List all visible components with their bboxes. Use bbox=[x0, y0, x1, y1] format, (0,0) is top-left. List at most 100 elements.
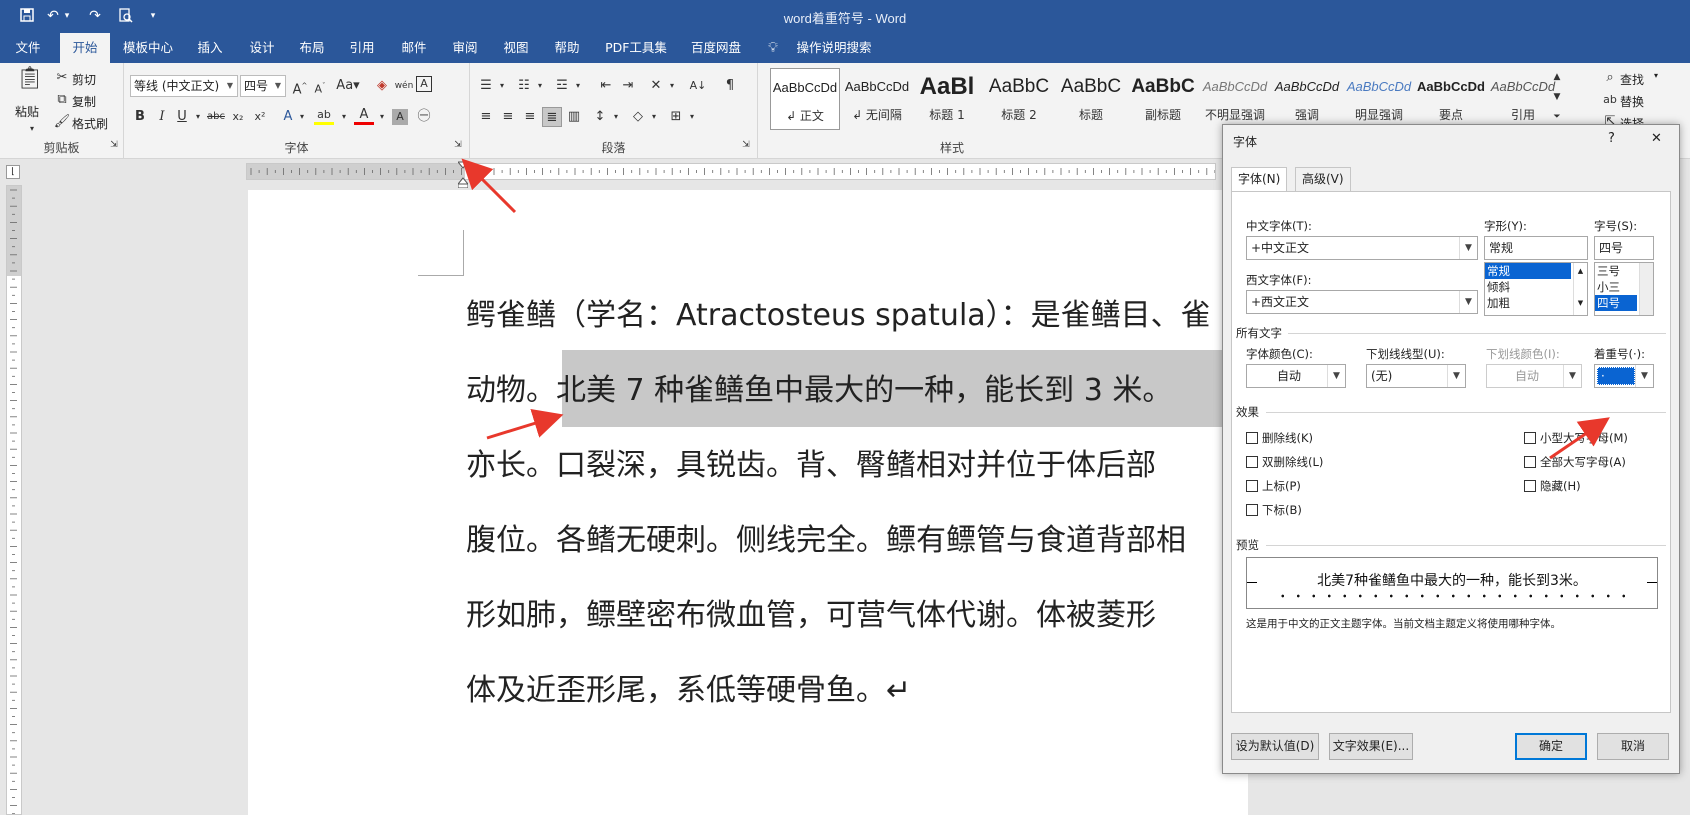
highlight-dropdown-icon[interactable]: ▾ bbox=[334, 107, 354, 127]
superscript-checkbox[interactable]: 上标(P) bbox=[1246, 478, 1301, 494]
grow-font-icon[interactable]: A^ bbox=[290, 76, 310, 97]
paragraph-launcher-icon[interactable]: ⇲ bbox=[736, 135, 756, 155]
paste-dropdown-icon[interactable]: ▾ bbox=[22, 119, 42, 139]
clear-format-icon[interactable]: ◈ bbox=[372, 76, 392, 96]
style-strong[interactable]: AaBbCcDd 要点 bbox=[1416, 68, 1486, 130]
copy-button[interactable]: 复制 bbox=[72, 93, 96, 110]
shrink-font-icon[interactable]: Aˇ bbox=[310, 76, 330, 96]
align-left-icon[interactable]: ≡ bbox=[476, 107, 496, 127]
tab-baidu-netdisk[interactable]: 百度网盘 bbox=[684, 33, 748, 63]
increase-indent-icon[interactable]: ⇥ bbox=[618, 76, 638, 96]
phonetic-guide-icon[interactable]: wén bbox=[394, 76, 414, 96]
small-caps-checkbox[interactable]: 小型大写字母(M) bbox=[1524, 430, 1628, 446]
tab-templates[interactable]: 模板中心 bbox=[116, 33, 180, 63]
font-name-combo[interactable]: 等线 (中文正文) ▼ bbox=[130, 75, 238, 97]
tab-font[interactable]: 字体(N) bbox=[1231, 167, 1288, 191]
tab-insert[interactable]: 插入 bbox=[190, 33, 230, 63]
shading-dropdown-icon[interactable]: ▾ bbox=[644, 107, 664, 127]
line-spacing-dropdown-icon[interactable]: ▾ bbox=[606, 107, 626, 127]
list-scrollbar[interactable]: ▲ ▼ bbox=[1573, 263, 1587, 315]
find-dropdown-icon[interactable]: ▾ bbox=[1654, 71, 1658, 80]
tab-design[interactable]: 设计 bbox=[242, 33, 282, 63]
bold-icon[interactable]: B bbox=[130, 107, 150, 127]
checkbox[interactable] bbox=[1246, 504, 1258, 516]
style-quote[interactable]: AaBbCcDd 引用 bbox=[1488, 68, 1558, 130]
font-size-list[interactable]: 三号 小三 四号 bbox=[1594, 262, 1654, 316]
style-heading-1[interactable]: AaBl 标题 1 bbox=[912, 68, 982, 130]
find-button[interactable]: 查找 bbox=[1620, 71, 1644, 88]
italic-icon[interactable]: I bbox=[152, 107, 172, 127]
emphasis-mark-combo[interactable]: · ▼ bbox=[1594, 364, 1654, 388]
font-color-combo[interactable]: 自动 ▼ bbox=[1246, 364, 1346, 388]
ok-button[interactable]: 确定 bbox=[1515, 733, 1587, 760]
bullets-dropdown-icon[interactable]: ▾ bbox=[492, 76, 512, 96]
format-painter-button[interactable]: 格式刷 bbox=[72, 115, 108, 132]
set-default-button[interactable]: 设为默认值(D) bbox=[1231, 733, 1319, 760]
font-style-list[interactable]: 常规 倾斜 加粗 ▲ ▼ bbox=[1484, 262, 1588, 316]
font-color-icon[interactable]: A bbox=[354, 107, 374, 125]
cut-button[interactable]: 剪切 bbox=[72, 71, 96, 88]
doc-line-2[interactable]: 动物。北美 7 种雀鳝鱼中最大的一种，能长到 3 米。 bbox=[466, 365, 1172, 409]
list-item[interactable]: 加粗 bbox=[1485, 295, 1587, 311]
enclosed-character-icon[interactable]: ㊀ bbox=[414, 107, 434, 127]
tab-pdf-tools[interactable]: PDF工具集 bbox=[598, 33, 674, 63]
font-style-input[interactable]: 常规 bbox=[1484, 236, 1588, 260]
close-icon[interactable]: ✕ bbox=[1651, 131, 1662, 146]
superscript-icon[interactable]: x² bbox=[250, 107, 270, 127]
checkbox[interactable] bbox=[1246, 480, 1258, 492]
tab-advanced[interactable]: 高级(V) bbox=[1295, 167, 1351, 191]
doc-line-3[interactable]: 亦长。口裂深，具锐齿。背、臀鳍相对并位于体后部 bbox=[466, 440, 1156, 484]
help-button[interactable]: ? bbox=[1608, 131, 1615, 146]
paste-button[interactable]: 粘贴 bbox=[15, 103, 39, 120]
document-page[interactable] bbox=[248, 190, 1248, 815]
tab-selector[interactable]: ⌊ bbox=[6, 165, 20, 179]
tab-file[interactable]: 文件 bbox=[6, 33, 50, 63]
decrease-indent-icon[interactable]: ⇤ bbox=[596, 76, 616, 96]
all-caps-checkbox[interactable]: 全部大写字母(A) bbox=[1524, 454, 1626, 470]
subscript-checkbox[interactable]: 下标(B) bbox=[1246, 502, 1302, 518]
underline-dropdown-icon[interactable]: ▾ bbox=[188, 107, 208, 127]
style-heading-2[interactable]: AaBbC 标题 2 bbox=[984, 68, 1054, 130]
list-scrollbar[interactable] bbox=[1639, 263, 1653, 315]
borders-dropdown-icon[interactable]: ▾ bbox=[682, 107, 702, 127]
highlight-icon[interactable]: ab bbox=[314, 107, 334, 125]
doc-line-5[interactable]: 形如肺，鳔壁密布微血管，可营气体代谢。体被菱形 bbox=[466, 590, 1156, 634]
tab-references[interactable]: 引用 bbox=[342, 33, 382, 63]
list-item[interactable]: 倾斜 bbox=[1485, 279, 1587, 295]
styles-scroll-up-icon[interactable]: ▲ bbox=[1550, 67, 1564, 87]
replace-button[interactable]: 替换 bbox=[1620, 93, 1644, 110]
chinese-layout-dropdown-icon[interactable]: ▾ bbox=[662, 76, 682, 96]
align-center-icon[interactable]: ≡ bbox=[498, 107, 518, 127]
change-case-icon[interactable]: Aa▾ bbox=[334, 76, 362, 96]
tell-me-search[interactable]: 操作说明搜索 bbox=[786, 33, 882, 63]
double-strikethrough-checkbox[interactable]: 双删除线(L) bbox=[1246, 454, 1323, 470]
styles-scroll-down-icon[interactable]: ▼ bbox=[1550, 87, 1564, 107]
show-marks-icon[interactable]: ¶ bbox=[720, 76, 740, 96]
cancel-button[interactable]: 取消 bbox=[1597, 733, 1669, 760]
tab-home[interactable]: 开始 bbox=[60, 33, 110, 63]
list-item[interactable]: 常规 bbox=[1485, 263, 1571, 279]
tab-review[interactable]: 审阅 bbox=[444, 33, 486, 63]
font-size-input[interactable]: 四号 bbox=[1594, 236, 1654, 260]
text-effects-button[interactable]: 文字效果(E)... bbox=[1329, 733, 1413, 760]
vertical-ruler[interactable] bbox=[6, 185, 22, 815]
style-normal[interactable]: AaBbCcDd ↲ 正文 bbox=[770, 68, 840, 130]
indent-marker[interactable] bbox=[456, 160, 470, 189]
style-emphasis[interactable]: AaBbCcDd 强调 bbox=[1272, 68, 1342, 130]
doc-line-4[interactable]: 腹位。各鳍无硬刺。侧线完全。鳔有鳔管与食道背部相 bbox=[466, 515, 1186, 559]
distributed-icon[interactable]: ▥ bbox=[564, 107, 584, 127]
underline-style-combo[interactable]: (无) ▼ bbox=[1366, 364, 1466, 388]
strikethrough-checkbox[interactable]: 删除线(K) bbox=[1246, 430, 1313, 446]
character-shading-icon[interactable]: A bbox=[392, 109, 408, 125]
west-font-combo[interactable]: +西文正文 ▼ bbox=[1246, 290, 1478, 314]
checkbox[interactable] bbox=[1524, 432, 1536, 444]
style-intense-emphasis[interactable]: AaBbCcDd 明显强调 bbox=[1344, 68, 1414, 130]
tab-layout[interactable]: 布局 bbox=[292, 33, 332, 63]
clipboard-launcher-icon[interactable]: ⇲ bbox=[104, 135, 124, 155]
style-no-spacing[interactable]: AaBbCcDd ↲ 无间隔 bbox=[842, 68, 912, 130]
list-item[interactable]: 四号 bbox=[1595, 295, 1637, 311]
style-subtitle[interactable]: AaBbC 副标题 bbox=[1128, 68, 1198, 130]
doc-line-6[interactable]: 体及近歪形尾，系低等硬骨鱼。↵ bbox=[466, 665, 911, 709]
checkbox[interactable] bbox=[1246, 456, 1258, 468]
align-right-icon[interactable]: ≡ bbox=[520, 107, 540, 127]
